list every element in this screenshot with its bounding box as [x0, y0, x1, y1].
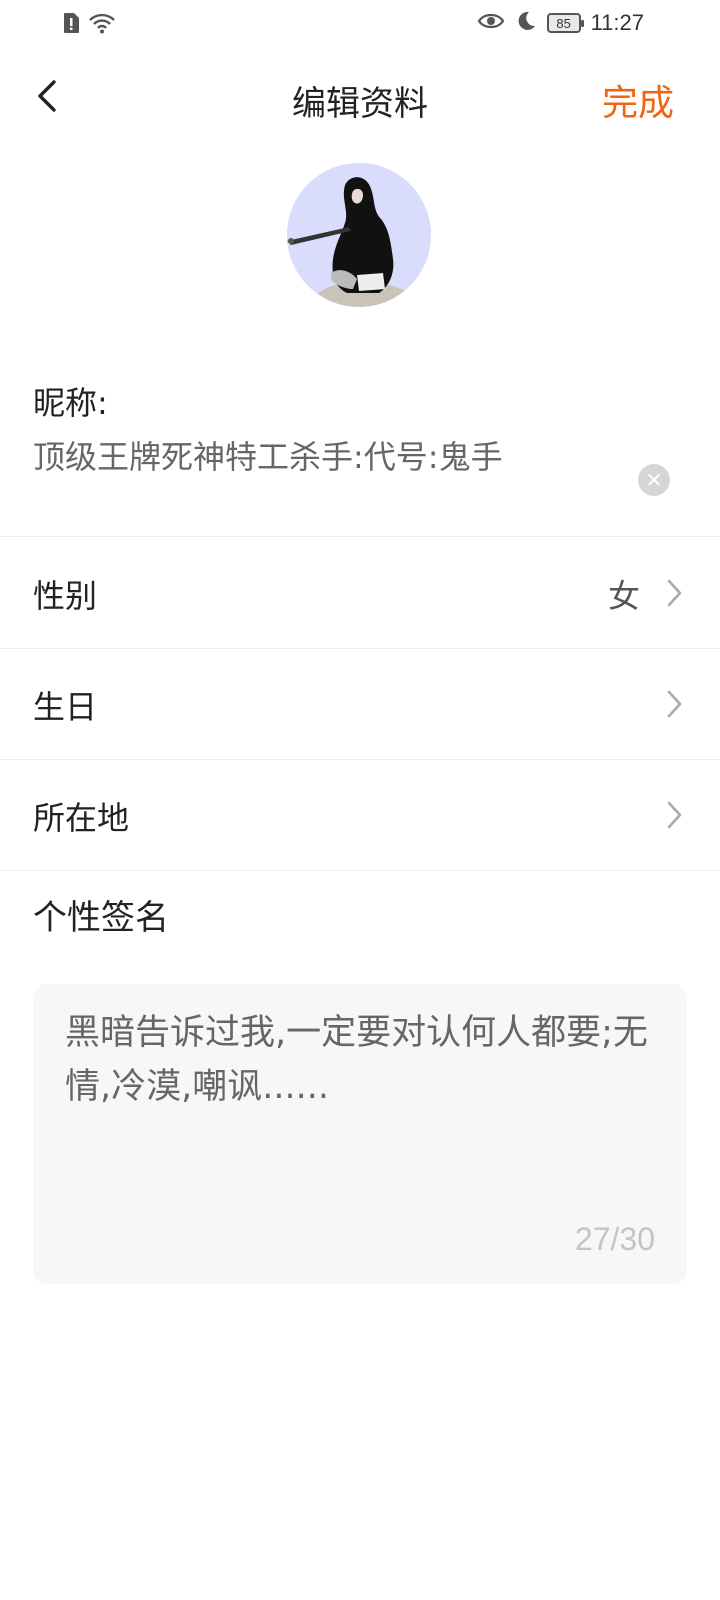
alert-sim-icon — [62, 12, 80, 38]
nickname-input[interactable]: 顶级王牌死神特工杀手:代号:鬼手 — [33, 432, 593, 482]
birthday-row[interactable]: 生日 — [0, 648, 720, 760]
clear-nickname-button[interactable]: ✕ — [638, 464, 670, 496]
status-left — [62, 12, 116, 38]
done-button[interactable]: 完成 — [602, 74, 674, 126]
status-right: 85 11:27 — [477, 10, 644, 36]
chevron-right-icon — [667, 690, 682, 718]
status-bar: 85 11:27 — [0, 0, 720, 48]
gender-label: 性别 — [33, 577, 98, 615]
gender-row[interactable]: 性别 女 — [0, 537, 720, 649]
nickname-label: 昵称: — [33, 384, 108, 422]
avatar[interactable] — [287, 163, 431, 307]
eye-icon — [477, 11, 505, 35]
avatar-image — [287, 163, 431, 307]
signature-text: 黑暗告诉过我,一定要对认何人都要;无情,冷漠,嘲讽...... — [65, 1013, 648, 1107]
chevron-right-icon — [667, 801, 682, 829]
status-time: 11:27 — [590, 10, 644, 35]
location-row[interactable]: 所在地 — [0, 759, 720, 871]
wifi-icon — [88, 12, 116, 38]
nickname-field: 昵称: 顶级王牌死神特工杀手:代号:鬼手 ✕ — [0, 372, 720, 537]
signature-char-count: 27/30 — [574, 1221, 655, 1257]
title-bar: 编辑资料 完成 — [0, 48, 720, 144]
chevron-right-icon — [667, 579, 682, 607]
gender-value: 女 — [607, 577, 640, 615]
battery-icon: 85 — [546, 13, 584, 33]
signature-textarea[interactable]: 黑暗告诉过我,一定要对认何人都要;无情,冷漠,嘲讽...... 27/30 — [33, 984, 687, 1284]
moon-icon — [515, 10, 537, 36]
close-icon: ✕ — [645, 468, 663, 492]
location-label: 所在地 — [33, 799, 130, 837]
birthday-label: 生日 — [33, 688, 98, 726]
signature-label: 个性签名 — [33, 898, 169, 938]
